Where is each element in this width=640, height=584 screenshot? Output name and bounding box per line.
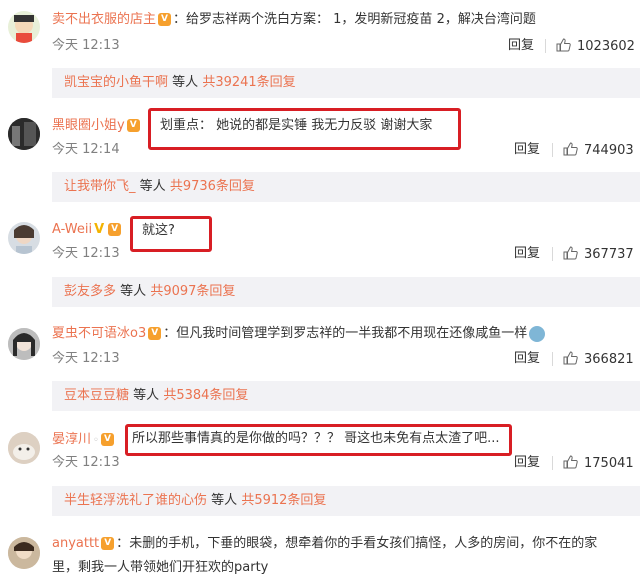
verified-v-icon: V [94,222,105,237]
like-count: 1023602 [577,39,635,54]
timestamp: 今天 12:14 [52,142,120,157]
comment-text: 但凡我时间管理学到罗志祥的一半我都不用现在还像咸鱼一样 [176,326,528,341]
level-icon: ◦ [93,435,99,446]
sub-reply-user[interactable]: 让我带你飞_ [64,179,136,194]
username[interactable]: 黑眼圈小姐y [52,118,125,133]
reply-button[interactable]: 回复 [514,142,540,158]
comment-text-line-2: 里，剩我一人带领她们开狂欢的party [52,560,269,575]
timestamp: 今天 12:13 [52,455,120,470]
avatar[interactable] [8,328,40,360]
comment-text: 划重点： 她说的都是实锤 我无力反驳 谢谢大家 [160,118,433,133]
timestamp: 今天 12:13 [52,38,120,53]
avatar[interactable] [8,537,40,569]
like-count: 366821 [584,352,634,367]
emoji-icon [529,325,546,342]
sub-reply-count[interactable]: 共39241条回复 [202,75,295,90]
sub-reply-count[interactable]: 共5384条回复 [163,388,248,403]
avatar[interactable] [8,11,40,43]
member-badge-icon: V [126,119,140,132]
sub-reply-user[interactable]: 半生轻浮洗礼了谁的心伤 [64,493,207,508]
avatar[interactable] [8,222,40,254]
comment-text: 就这? [142,223,175,238]
member-badge-icon: V [148,327,162,340]
sub-reply-user[interactable]: 凯宝宝的小鱼干啊 [64,75,168,90]
like-button[interactable]: 367737 [563,246,634,263]
sub-reply-count[interactable]: 共9097条回复 [150,284,235,299]
sub-replies-bar[interactable]: 豆本豆豆糖 等人 共5384条回复 [52,381,640,411]
like-button[interactable]: 366821 [563,351,634,368]
reply-button[interactable]: 回复 [514,246,540,262]
divider [552,456,553,470]
reply-button[interactable]: 回复 [514,351,540,367]
like-button[interactable]: 744903 [563,142,634,159]
sub-reply-user[interactable]: 彭友多多 [64,284,116,299]
comment-text: 所以那些事情真的是你做的吗？？？ 哥这也未免有点太渣了吧... [132,431,500,446]
sub-replies-bar[interactable]: 凯宝宝的小鱼干啊 等人 共39241条回复 [52,68,640,98]
member-badge-icon: V [158,13,172,26]
like-count: 175041 [584,456,634,471]
divider [552,247,553,261]
sub-replies-bar[interactable]: 半生轻浮洗礼了谁的心伤 等人 共5912条回复 [52,486,640,516]
username[interactable]: A-Weii [52,222,92,237]
thumbs-up-icon [563,351,578,365]
timestamp: 今天 12:13 [52,351,120,366]
avatar[interactable] [8,432,40,464]
reply-button[interactable]: 回复 [514,455,540,471]
like-count: 367737 [584,247,634,262]
username[interactable]: 夏虫不可语冰o3 [52,326,146,341]
comment-text: 给罗志祥两个洗白方案： 1，发明新冠疫苗 2，解决台湾问题 [186,12,536,27]
member-badge-icon: V [101,537,115,550]
member-badge-icon: V [100,433,114,446]
thumbs-up-icon [556,38,571,52]
sub-replies-bar[interactable]: 彭友多多 等人 共9097条回复 [52,277,640,307]
sub-reply-count[interactable]: 共5912条回复 [241,493,326,508]
divider [552,143,553,157]
like-count: 744903 [584,143,634,158]
reply-button[interactable]: 回复 [508,38,534,54]
username[interactable]: 卖不出衣服的店主 [52,12,156,27]
sub-reply-user[interactable]: 豆本豆豆糖 [64,388,129,403]
divider [552,352,553,366]
divider [545,39,546,53]
sub-replies-bar[interactable]: 让我带你飞_ 等人 共9736条回复 [52,172,640,202]
avatar[interactable] [8,118,40,150]
comment-text-line-1: 未删的手机，下垂的眼袋，想牵着你的手看女孩们搞怪，人多的房间，你不在的家 [129,536,598,551]
like-button[interactable]: 175041 [563,455,634,472]
thumbs-up-icon [563,142,578,156]
username[interactable]: 晏淳川 [52,432,91,447]
thumbs-up-icon [563,246,578,260]
like-button[interactable]: 1023602 [556,38,635,55]
sub-reply-count[interactable]: 共9736条回复 [170,179,255,194]
timestamp: 今天 12:13 [52,246,120,261]
thumbs-up-icon [563,455,578,469]
username[interactable]: anyattt [52,536,99,551]
member-badge-icon: V [108,223,122,236]
